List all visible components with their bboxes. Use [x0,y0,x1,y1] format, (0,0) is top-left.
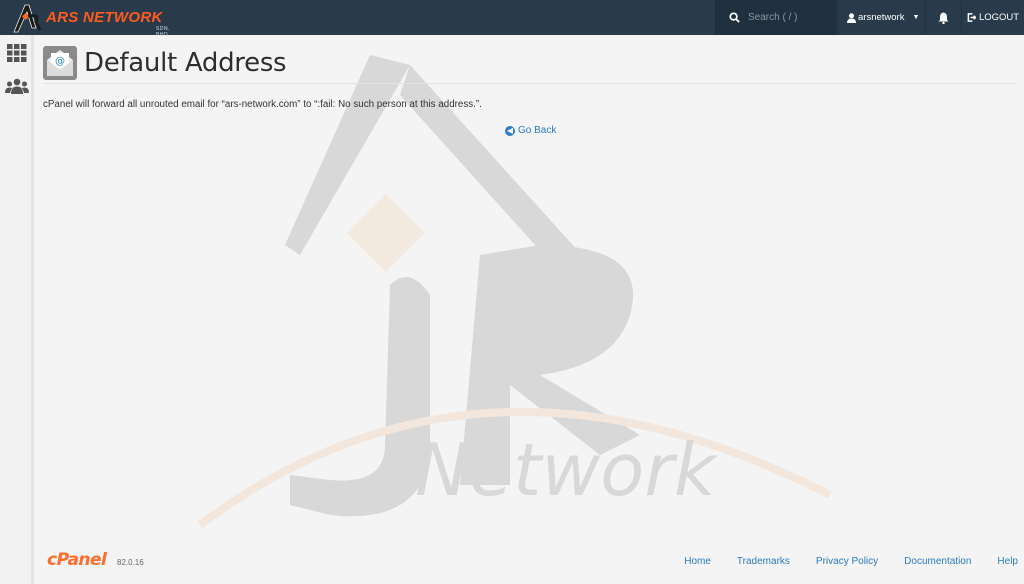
chevron-down-icon: ▼ [912,14,920,21]
footer-link-documentation[interactable]: Documentation [904,556,971,567]
users-icon [5,78,29,94]
brand-subtitle: SDN. BHD. [156,26,170,38]
user-icon [847,12,856,23]
username: arsnetwork [858,12,905,23]
logout-label: LOGOUT [978,12,1020,23]
bell-icon [938,12,949,24]
footer: cPanel 82.0.16 Home Trademarks Privacy P… [43,548,1018,576]
logout-button[interactable]: LOGOUT [962,0,1024,35]
search-input[interactable] [748,12,828,23]
svg-text:@: @ [55,56,65,67]
top-bar: ARS NETWORK SDN. BHD. arsnetwork ▼ LOGOU… [0,0,1024,38]
footer-link-help[interactable]: Help [997,556,1018,567]
go-back-link[interactable]: ◀ Go Back [505,125,556,136]
brand-name: ARS NETWORK [46,9,163,26]
ars-logo-icon [13,4,42,32]
footer-link-trademarks[interactable]: Trademarks [737,556,790,567]
search-icon [729,12,740,23]
footer-link-privacy-policy[interactable]: Privacy Policy [816,556,878,567]
forward-message: cPanel will forward all unrouted email f… [43,99,482,110]
brand-logo[interactable]: ARS NETWORK SDN. BHD. [10,0,180,38]
go-back-label: Go Back [518,125,557,136]
page-title: Default Address [84,47,287,78]
search-box [715,0,837,35]
email-envelope-icon: @ [43,45,77,80]
footer-link-home[interactable]: Home [684,556,711,567]
arrow-left-circle-icon: ◀ [505,125,515,136]
footer-links: Home Trademarks Privacy Policy Documenta… [658,556,1018,567]
sidebar-item-tools[interactable] [5,41,29,65]
sidebar-item-users[interactable] [5,74,29,98]
user-menu[interactable]: arsnetwork ▼ [838,0,926,35]
logout-icon [967,13,976,22]
sidebar [0,35,34,584]
notifications-button[interactable] [926,0,962,35]
watermark-text: Network [415,428,719,512]
grid-icon [7,44,27,62]
page-header: @ Default Address [43,42,1016,84]
version-label: 82.0.16 [117,558,144,567]
cpanel-logo[interactable]: cPanel [47,550,107,570]
